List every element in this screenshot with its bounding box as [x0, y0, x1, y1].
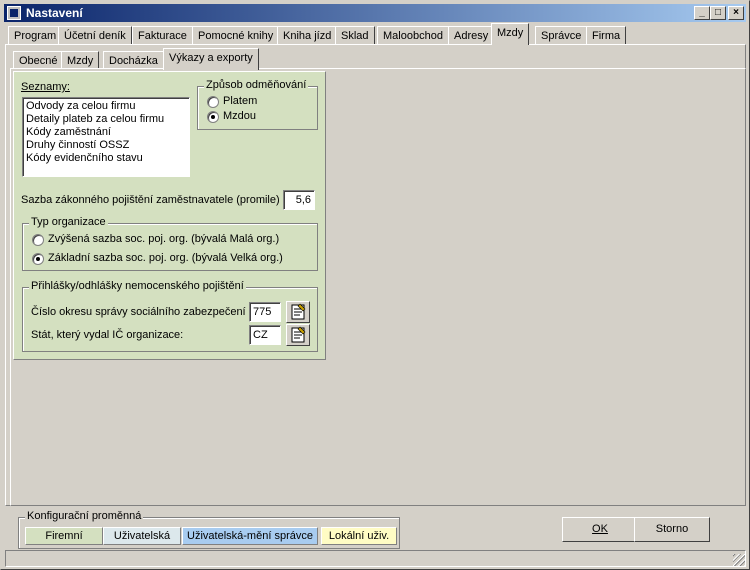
tab-label: Adresy	[454, 30, 489, 42]
tab-label: Program	[14, 30, 57, 42]
radio-mzdou[interactable]	[207, 111, 219, 123]
ok-label: OK	[592, 523, 608, 535]
okres-picker-button[interactable]	[286, 301, 310, 323]
tab-kniha-jizd[interactable]: Kniha jízd	[277, 26, 338, 45]
odmenovani-group: Způsob odměňování Platem Mzdou	[197, 79, 318, 130]
close-icon: ×	[733, 7, 739, 18]
okres-label: Číslo okresu správy sociálního zabezpeče…	[31, 306, 246, 318]
tab-label: Kniha jízd	[283, 30, 332, 42]
resize-grip[interactable]	[733, 554, 745, 566]
konfiguracni-title: Konfigurační proměnná	[25, 510, 144, 522]
seznamy-list-item[interactable]: Odvody za celou firmu	[26, 100, 186, 113]
tab-pomocne-knihy[interactable]: Pomocné knihy	[192, 26, 280, 45]
sazba-label: Sazba zákonného pojištění zaměstnavatele…	[21, 194, 280, 206]
cfg-lokalni-button[interactable]: Lokální uživ.	[321, 527, 397, 545]
seznamy-label: Seznamy:	[21, 81, 70, 93]
settings-panel: Seznamy: Odvody za celou firmu Detaily pl…	[13, 71, 326, 360]
typ-organizace-group: Typ organizace Zvýšená sazba soc. poj. o…	[22, 216, 318, 271]
title-bar: Nastavení _ □ ×	[4, 4, 746, 22]
sazba-input[interactable]: 5,6	[283, 190, 315, 210]
prihlasky-group: Přihlášky/odhlášky nemocenského pojištěn…	[22, 280, 318, 352]
minimize-button[interactable]: _	[694, 6, 710, 20]
subtab-label: Docházka	[109, 55, 158, 67]
tab-fakturace[interactable]: Fakturace	[132, 26, 193, 45]
storno-label: Storno	[655, 523, 689, 535]
subtab-label: Mzdy	[67, 55, 94, 67]
tab-mzdy[interactable]: Mzdy	[491, 23, 530, 45]
seznamy-list-item[interactable]: Druhy činností OSSZ	[26, 139, 186, 152]
konfiguracni-group: Konfigurační proměnná Firemní Uživatelsk…	[18, 510, 400, 549]
tab-label: Fakturace	[138, 30, 187, 42]
radio-zakladni-sazba[interactable]	[32, 253, 44, 265]
subtab-vykazy-exporty[interactable]: Výkazy a exporty	[163, 48, 259, 70]
seznamy-list-item[interactable]: Kódy evidenčního stavu	[26, 152, 186, 165]
tab-spravce[interactable]: Správce	[535, 26, 588, 45]
tab-label: Firma	[592, 30, 621, 42]
prihlasky-title: Přihlášky/odhlášky nemocenského pojištěn…	[29, 280, 246, 292]
stat-label: Stát, který vydal IČ organizace:	[31, 329, 184, 341]
typ-organizace-title: Typ organizace	[29, 216, 108, 228]
cfg-firemni-button[interactable]: Firemní	[25, 527, 103, 545]
tab-label: Účetní deník	[64, 30, 126, 42]
subtab-label: Obecné	[19, 55, 58, 67]
tab-label: Maloobchod	[383, 30, 443, 42]
window-title: Nastavení	[26, 6, 83, 20]
minimize-icon: _	[699, 7, 705, 18]
tab-adresy[interactable]: Adresy	[448, 26, 495, 45]
tab-maloobchod[interactable]: Maloobchod	[377, 26, 449, 45]
tab-label: Pomocné knihy	[198, 30, 274, 42]
picker-icon	[291, 326, 306, 343]
app-icon	[7, 6, 21, 20]
tab-firma[interactable]: Firma	[586, 26, 627, 45]
ok-button[interactable]: OK	[562, 517, 638, 542]
tab-ucetni-denik[interactable]: Účetní deník	[58, 26, 132, 45]
radio-zvysena-label: Zvýšená sazba soc. poj. org. (bývalá Mal…	[48, 233, 280, 245]
odmenovani-title: Způsob odměňování	[204, 79, 309, 91]
cfg-uzivatelska-spravce-button[interactable]: Uživatelská-mění správce	[182, 527, 318, 545]
storno-button[interactable]: Storno	[634, 517, 710, 542]
radio-zakladni-label: Základní sazba soc. poj. org. (bývalá Ve…	[48, 252, 283, 264]
stat-picker-button[interactable]	[286, 324, 310, 346]
maximize-icon: □	[714, 7, 722, 18]
tab-label: Správce	[541, 30, 582, 42]
okres-input[interactable]: 775	[249, 302, 281, 322]
radio-platem-label: Platem	[223, 95, 258, 107]
radio-zvysena-sazba[interactable]	[32, 234, 44, 246]
status-bar	[5, 550, 746, 567]
tab-label: Sklad	[341, 30, 369, 42]
picker-icon	[291, 303, 306, 320]
seznamy-listbox[interactable]: Odvody za celou firmu Detaily plateb za c…	[22, 97, 190, 177]
settings-window: Nastavení _ □ × Program Účetní deník Fak…	[0, 0, 750, 570]
radio-platem[interactable]	[207, 96, 219, 108]
seznamy-list-item[interactable]: Kódy zaměstnání	[26, 126, 186, 139]
seznamy-list-item[interactable]: Detaily plateb za celou firmu	[26, 113, 186, 126]
tab-sklad[interactable]: Sklad	[335, 26, 375, 45]
close-button[interactable]: ×	[728, 6, 744, 20]
tab-program[interactable]: Program	[8, 26, 63, 45]
maximize-button[interactable]: □	[710, 6, 726, 20]
stat-input[interactable]: CZ	[249, 325, 281, 345]
cfg-uzivatelska-button[interactable]: Uživatelská	[103, 527, 181, 545]
subtab-label: Výkazy a exporty	[169, 52, 253, 64]
radio-mzdou-label: Mzdou	[223, 110, 257, 122]
tab-label: Mzdy	[497, 27, 524, 39]
